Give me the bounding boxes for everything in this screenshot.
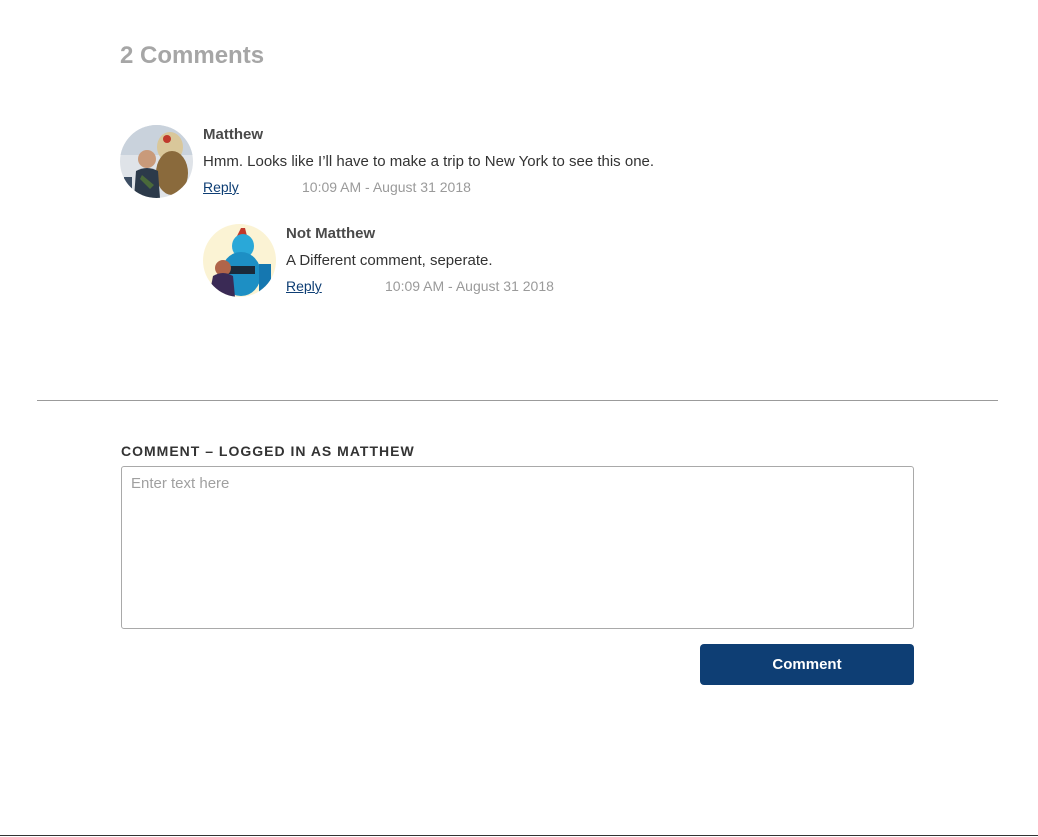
- comment-textarea[interactable]: [121, 466, 914, 629]
- page-bottom-border: [0, 835, 1038, 836]
- avatar: [120, 125, 193, 198]
- comment-form-label: COMMENT – LOGGED IN AS MATTHEW: [121, 443, 415, 459]
- reply-link[interactable]: Reply: [286, 278, 385, 294]
- comment-author: Matthew: [203, 126, 263, 143]
- comment-text: Hmm. Looks like I’ll have to make a trip…: [203, 153, 655, 170]
- comments-count-title: 2 Comments: [120, 42, 265, 69]
- reply-link[interactable]: Reply: [203, 179, 302, 195]
- avatar: [203, 224, 276, 297]
- comment-timestamp: 10:09 AM - August 31 2018: [385, 278, 554, 294]
- comment-text: A Different comment, seperate.: [286, 252, 493, 269]
- comment-submit-button[interactable]: Comment: [700, 644, 914, 685]
- section-divider: [37, 400, 998, 401]
- comment-timestamp: 10:09 AM - August 31 2018: [302, 179, 471, 195]
- comment-author: Not Matthew: [286, 225, 376, 242]
